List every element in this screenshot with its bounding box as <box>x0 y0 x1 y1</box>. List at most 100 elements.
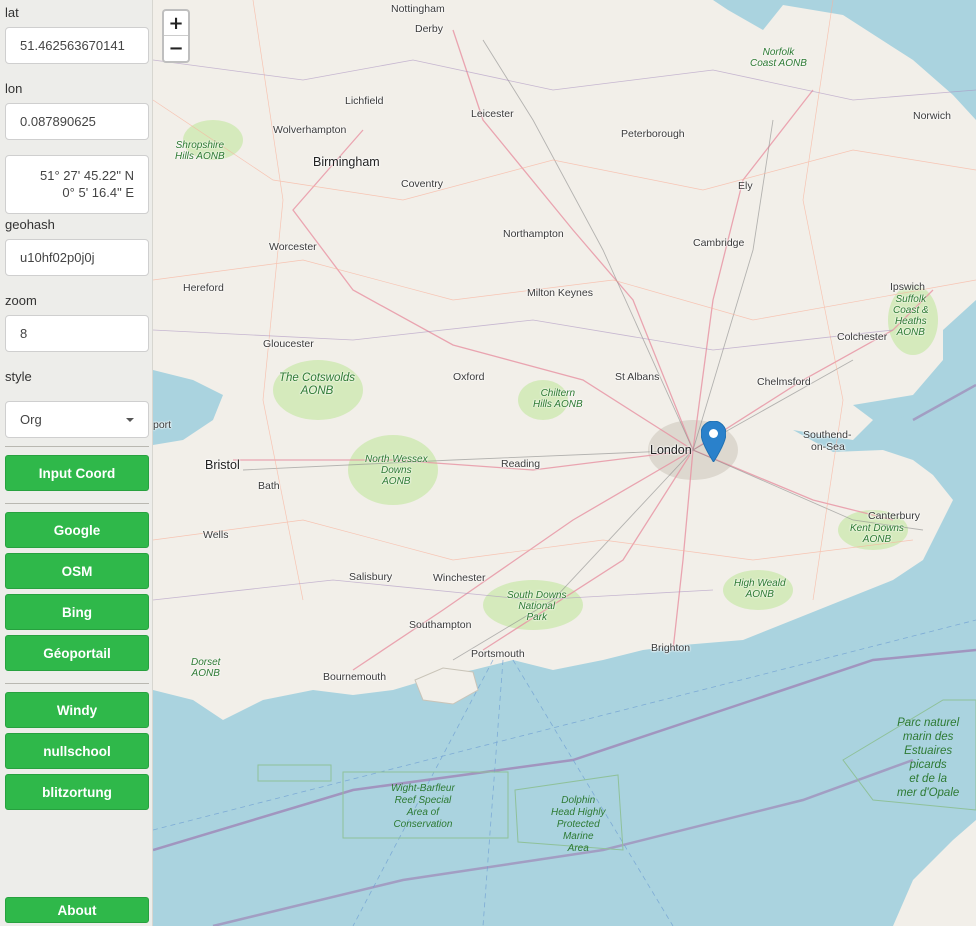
area-label-line: Marine <box>562 831 594 842</box>
place-label: Lichfield <box>345 95 384 107</box>
place-label: Derby <box>415 23 444 35</box>
divider <box>5 446 149 447</box>
style-selected-value: Org <box>20 412 42 427</box>
place-label: Leicester <box>471 108 514 120</box>
place-label: Hereford <box>183 282 224 294</box>
area-label-line: et de la <box>909 773 947 785</box>
area-label-line: Chiltern <box>540 388 576 399</box>
map-view[interactable]: Nottingham Derby Lichfield Wolverhampton… <box>153 0 976 926</box>
place-label: Portsmouth <box>471 648 525 660</box>
google-button[interactable]: Google <box>5 512 149 548</box>
area-label-line: marin des <box>902 731 954 743</box>
place-label: Brighton <box>651 642 691 654</box>
place-label: Bristol <box>205 458 240 472</box>
area-label-line: Parc naturel <box>897 717 960 729</box>
geohash-label: geohash <box>5 217 55 232</box>
area-label-line: AONB <box>300 385 334 397</box>
location-marker-icon[interactable] <box>701 421 726 462</box>
area-label-line: Wight-Barfleur <box>391 783 455 794</box>
place-label: Wells <box>203 529 229 541</box>
place-label: Nottingham <box>391 3 445 15</box>
area-label: High Weald AONB <box>734 578 786 600</box>
area-label: Kent Downs AONB <box>850 523 904 545</box>
area-label-line: Hills AONB <box>175 151 225 162</box>
area-label: Norfolk Coast AONB <box>750 47 807 69</box>
lat-label: lat <box>5 5 19 20</box>
area-label: Chiltern Hills AONB <box>533 388 583 410</box>
area-label-line: The Cotswolds <box>279 372 356 384</box>
place-label: Oxford <box>453 371 485 383</box>
area-label-line: Dorset <box>191 657 221 668</box>
area-label: Wight-Barfleur Reef Special Area of Cons… <box>391 783 455 831</box>
area-label-line: Downs <box>381 465 412 476</box>
lon-label: lon <box>5 81 23 96</box>
style-select[interactable]: Org <box>5 401 149 438</box>
area-label-line: High Weald <box>734 578 786 589</box>
area-label-line: mer d'Opale <box>897 787 960 799</box>
place-label: Ipswich <box>890 281 926 293</box>
zoom-in-button[interactable]: + <box>164 11 188 36</box>
lon-input[interactable]: 0.087890625 <box>5 103 149 140</box>
area-label: Dorset AONB <box>191 657 220 679</box>
place-label: Worcester <box>269 241 317 253</box>
area-label-line: Area <box>567 843 589 854</box>
area-label-line: AONB <box>745 589 774 600</box>
place-label: Winchester <box>433 572 486 584</box>
osm-button[interactable]: OSM <box>5 553 149 589</box>
lat-input[interactable]: 51.462563670141 <box>5 27 149 64</box>
place-label: Canterbury <box>868 510 920 522</box>
map-tiles <box>153 0 976 926</box>
nullschool-button[interactable]: nullschool <box>5 733 149 769</box>
area-label-line: Head Highly <box>551 807 606 818</box>
dms-lon: 0° 5' 16.4" E <box>62 185 134 200</box>
area-label: Shropshire Hills AONB <box>175 140 225 162</box>
area-label-line: South Downs <box>507 590 567 601</box>
zoom-out-button[interactable]: − <box>164 36 188 61</box>
maritime-boundary <box>912 383 976 422</box>
zoom-label: zoom <box>5 293 37 308</box>
area-label-line: AONB <box>382 476 411 487</box>
windy-button[interactable]: Windy <box>5 692 149 728</box>
about-button[interactable]: About <box>5 897 149 923</box>
area-label: Suffolk Coast & Heaths AONB <box>893 294 929 338</box>
area-label: South Downs National Park <box>507 590 566 623</box>
area-label-line: Norfolk <box>762 47 795 58</box>
area-label-line: Dolphin <box>561 795 596 806</box>
place-label: Colchester <box>837 331 888 343</box>
area-label-line: Heaths <box>894 316 927 327</box>
dms-coordinates: 51° 27' 45.22" N 0° 5' 16.4" E <box>5 155 149 214</box>
area-label-line: Estuaires <box>904 745 953 757</box>
divider <box>5 503 149 504</box>
place-label: Bath <box>258 480 280 492</box>
blitzortung-button[interactable]: blitzortung <box>5 774 149 810</box>
area-label-line: AONB <box>191 668 220 679</box>
place-label: London <box>650 443 692 457</box>
place-label: Milton Keynes <box>527 287 593 299</box>
place-label: Cambridge <box>693 237 745 249</box>
place-label: Wolverhampton <box>273 124 347 136</box>
area-label-line: North Wessex <box>365 454 428 465</box>
chevron-down-icon <box>126 418 134 422</box>
zoom-input[interactable]: 8 <box>5 315 149 352</box>
place-label: Peterborough <box>621 128 685 140</box>
area-label: Dolphin Head Highly Protected Marine Are… <box>551 795 605 855</box>
input-coord-button[interactable]: Input Coord <box>5 455 149 491</box>
area-label-line: Coast & <box>893 305 929 316</box>
area-label-line: Shropshire <box>175 140 224 151</box>
france-coast <box>893 820 976 926</box>
geoportail-button[interactable]: Géoportail <box>5 635 149 671</box>
area-label-line: National <box>518 601 556 612</box>
dms-lat: 51° 27' 45.22" N <box>40 168 134 183</box>
sidebar: lat 51.462563670141 lon 0.087890625 51° … <box>0 0 153 926</box>
area-label-line: AONB <box>896 327 925 338</box>
place-label: Northampton <box>503 228 564 240</box>
place-label: port <box>153 419 172 431</box>
bing-button[interactable]: Bing <box>5 594 149 630</box>
area-label-line: Kent Downs <box>850 523 904 534</box>
place-label: Bournemouth <box>323 671 387 683</box>
area-label: North Wessex Downs AONB <box>365 454 428 487</box>
area-label-line: Coast AONB <box>750 58 807 69</box>
geohash-input[interactable]: u10hf02p0j0j <box>5 239 149 276</box>
place-label: Reading <box>501 458 541 470</box>
place-label: St Albans <box>615 371 660 383</box>
